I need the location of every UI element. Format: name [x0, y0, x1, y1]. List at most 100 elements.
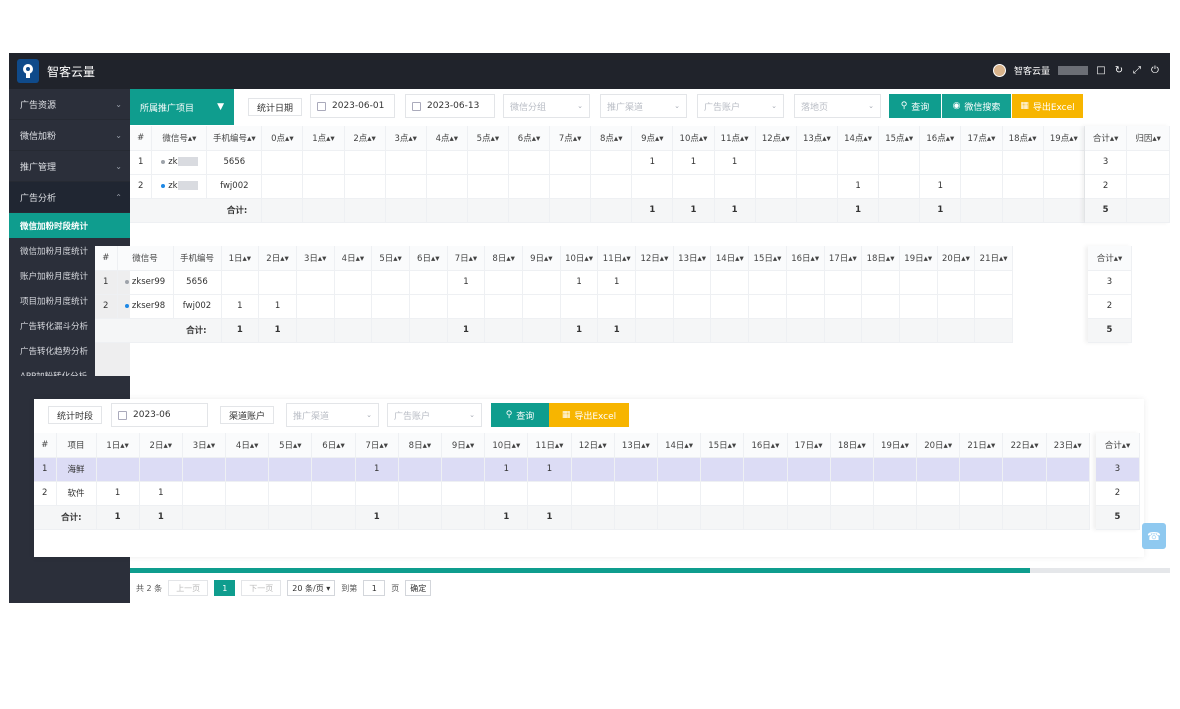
column-header[interactable]: 3日▴▾ — [296, 246, 335, 271]
column-header[interactable]: 15日▴▾ — [700, 433, 745, 458]
column-header[interactable]: 10点▴▾ — [672, 126, 715, 151]
sort-icon[interactable]: ▴▾ — [781, 134, 790, 144]
column-header[interactable]: 8日▴▾ — [398, 433, 443, 458]
page-size-select[interactable]: 20 条/页 ▾ — [287, 580, 336, 596]
sort-icon[interactable]: ▴▾ — [506, 254, 515, 264]
sort-icon[interactable]: ▴▾ — [697, 254, 706, 264]
month-field[interactable]: 2023-06 — [111, 403, 208, 427]
export-excel-button-2[interactable]: ▦ 导出Excel — [549, 403, 629, 427]
sort-icon[interactable]: ▴▾ — [573, 134, 582, 144]
column-header[interactable]: 19日▴▾ — [873, 433, 918, 458]
column-header[interactable]: 5点▴▾ — [467, 126, 509, 151]
column-header[interactable]: 9日▴▾ — [441, 433, 486, 458]
sort-icon[interactable]: ▴▾ — [863, 134, 872, 144]
sort-icon[interactable]: ▴▾ — [285, 134, 294, 144]
column-header[interactable]: 手机编号▴▾ — [206, 126, 263, 151]
column-header[interactable]: 14日▴▾ — [657, 433, 702, 458]
column-header[interactable]: 15日▴▾ — [748, 246, 787, 271]
sort-icon[interactable]: ▴▾ — [924, 254, 933, 264]
channel-select[interactable]: 推广渠道 ⌄ — [600, 94, 687, 118]
sort-icon[interactable]: ▴▾ — [491, 134, 500, 144]
date-end-field[interactable]: 2023-06-13 — [405, 94, 495, 118]
column-header[interactable]: 4点▴▾ — [426, 126, 468, 151]
column-header[interactable]: 合计▴▾ — [1096, 433, 1140, 458]
goto-page-input[interactable]: 1 — [363, 580, 386, 596]
date-start-field[interactable]: 2023-06-01 — [310, 94, 395, 118]
sort-icon[interactable]: ▴▾ — [900, 441, 909, 451]
sort-icon[interactable]: ▴▾ — [280, 254, 289, 264]
column-header[interactable]: 2日▴▾ — [258, 246, 297, 271]
sort-icon[interactable]: ▴▾ — [1030, 441, 1039, 451]
sort-icon[interactable]: ▴▾ — [811, 254, 820, 264]
sort-icon[interactable]: ▴▾ — [423, 441, 432, 451]
sort-icon[interactable]: ▴▾ — [532, 134, 541, 144]
horizontal-scrollbar-track[interactable] — [1030, 568, 1170, 573]
column-header[interactable]: 8日▴▾ — [484, 246, 523, 271]
next-page-button[interactable]: 下一页 — [241, 580, 282, 596]
column-header[interactable]: 合计▴▾ — [1085, 126, 1128, 151]
sort-icon[interactable]: ▴▾ — [336, 441, 345, 451]
sort-icon[interactable]: ▴▾ — [740, 134, 749, 144]
export-excel-button[interactable]: ▦ 导出Excel — [1012, 94, 1083, 118]
column-header[interactable]: 14点▴▾ — [837, 126, 880, 151]
column-header[interactable]: 18日▴▾ — [861, 246, 900, 271]
column-header[interactable]: 5日▴▾ — [371, 246, 410, 271]
sort-icon[interactable]: ▴▾ — [848, 254, 857, 264]
query-button-2[interactable]: ⚲ 查询 — [491, 403, 549, 427]
sort-icon[interactable]: ▴▾ — [944, 441, 953, 451]
column-header[interactable]: 12日▴▾ — [571, 433, 615, 458]
sort-icon[interactable]: ▴▾ — [120, 441, 129, 451]
current-page-button[interactable]: 1 — [214, 580, 236, 596]
prev-page-button[interactable]: 上一页 — [168, 580, 209, 596]
sort-icon[interactable]: ▴▾ — [735, 254, 744, 264]
sort-icon[interactable]: ▴▾ — [449, 134, 458, 144]
channel-select-2[interactable]: 推广渠道 ⌄ — [286, 403, 379, 427]
landing-page-select[interactable]: 落地页 ⌄ — [794, 94, 881, 118]
submenu-wechat-hourly[interactable]: 微信加粉时段统计 — [9, 213, 130, 238]
sort-icon[interactable]: ▴▾ — [379, 441, 388, 451]
sort-icon[interactable]: ▴▾ — [247, 134, 256, 144]
user-name[interactable]: 智客云量 — [1014, 64, 1050, 77]
sort-icon[interactable]: ▴▾ — [987, 441, 996, 451]
menu-group-promotion[interactable]: 推广管理 ⌄ — [9, 151, 130, 182]
column-header[interactable]: 14日▴▾ — [710, 246, 750, 271]
sort-icon[interactable]: ▴▾ — [584, 254, 593, 264]
column-header[interactable]: 13日▴▾ — [673, 246, 712, 271]
column-header[interactable]: 19点▴▾ — [1043, 126, 1086, 151]
column-header[interactable]: 13点▴▾ — [796, 126, 838, 151]
sort-icon[interactable]: ▴▾ — [1110, 134, 1119, 144]
sort-icon[interactable]: ▴▾ — [431, 254, 440, 264]
sort-icon[interactable]: ▴▾ — [1152, 134, 1161, 144]
wechat-group-select[interactable]: 微信分组 ⌄ — [503, 94, 590, 118]
sort-icon[interactable]: ▴▾ — [293, 441, 302, 451]
sort-icon[interactable]: ▴▾ — [326, 134, 335, 144]
column-header[interactable]: 6点▴▾ — [508, 126, 551, 151]
sort-icon[interactable]: ▴▾ — [961, 254, 970, 264]
sort-icon[interactable]: ▴▾ — [318, 254, 327, 264]
column-header[interactable]: 0点▴▾ — [261, 126, 304, 151]
column-header[interactable]: 18点▴▾ — [1002, 126, 1044, 151]
sort-icon[interactable]: ▴▾ — [728, 441, 737, 451]
column-header[interactable]: 归因▴▾ — [1126, 126, 1170, 151]
column-header[interactable]: 1点▴▾ — [302, 126, 345, 151]
column-header[interactable]: 18日▴▾ — [830, 433, 874, 458]
avatar[interactable] — [992, 64, 1006, 77]
column-header[interactable]: 6日▴▾ — [311, 433, 356, 458]
column-header[interactable]: 13日▴▾ — [614, 433, 658, 458]
sort-icon[interactable]: ▴▾ — [622, 254, 631, 264]
sort-icon[interactable]: ▴▾ — [555, 441, 564, 451]
fullscreen-icon[interactable]: ⤢ — [1132, 65, 1142, 76]
sort-icon[interactable]: ▴▾ — [822, 134, 831, 144]
column-header[interactable]: 3点▴▾ — [385, 126, 427, 151]
sort-icon[interactable]: ▴▾ — [857, 441, 866, 451]
sort-icon[interactable]: ▴▾ — [1122, 441, 1131, 451]
column-header[interactable]: 1日▴▾ — [96, 433, 140, 458]
column-header[interactable]: 11日▴▾ — [527, 433, 572, 458]
wechat-search-button[interactable]: ◉ 微信搜索 — [942, 94, 1011, 118]
column-header[interactable]: 23日▴▾ — [1046, 433, 1090, 458]
sort-icon[interactable]: ▴▾ — [408, 134, 417, 144]
column-header[interactable]: 12日▴▾ — [635, 246, 674, 271]
menu-group-wechat-fans[interactable]: 微信加粉 ⌄ — [9, 120, 130, 151]
sort-icon[interactable]: ▴▾ — [946, 134, 955, 144]
sort-icon[interactable]: ▴▾ — [393, 254, 402, 264]
